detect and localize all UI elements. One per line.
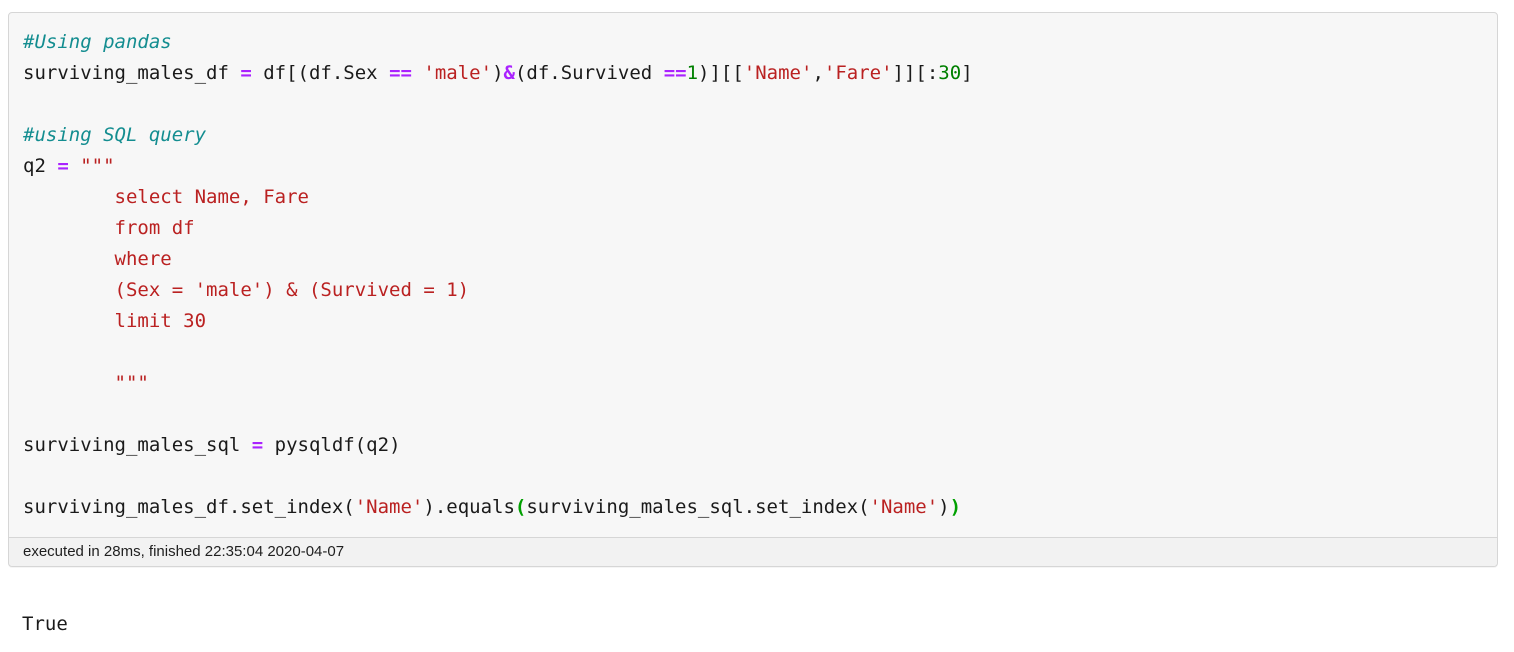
- code-line: q2 = """: [23, 155, 115, 177]
- code-token-match: (: [514, 496, 527, 518]
- code-token-op: =: [251, 434, 264, 456]
- code-token-plain: surviving_males_sql.set_index(: [526, 496, 870, 518]
- code-token-str: 'Name': [869, 496, 939, 518]
- code-token-plain: ): [938, 496, 950, 518]
- code-token-plain: surviving_males_sql: [23, 434, 252, 456]
- code-line: surviving_males_df = df[(df.Sex == 'male…: [23, 62, 973, 84]
- code-token-op: ==: [389, 62, 412, 84]
- code-token-plain: surviving_males_df: [23, 62, 241, 84]
- code-token-plain: (df.Survived: [514, 62, 664, 84]
- code-token-str: (Sex = 'male') & (Survived = 1): [23, 279, 470, 301]
- code-token-op: =: [57, 155, 69, 177]
- code-line: surviving_males_sql = pysqldf(q2): [23, 434, 401, 456]
- cell-execution-status: executed in 28ms, finished 22:35:04 2020…: [9, 537, 1497, 566]
- code-token-str: 'Fare': [823, 62, 893, 84]
- code-token-comment: #using SQL query: [23, 124, 207, 146]
- code-line: """: [23, 372, 149, 394]
- code-token-str: 'Name': [354, 496, 424, 518]
- code-token-str: where: [23, 248, 172, 270]
- code-token-plain: ).equals: [423, 496, 515, 518]
- code-token-str: from df: [23, 217, 195, 239]
- code-token-op: ==: [663, 62, 687, 84]
- code-token-plain: ,: [812, 62, 824, 84]
- code-line: from df: [23, 217, 195, 239]
- code-source[interactable]: #Using pandas surviving_males_df = df[(d…: [23, 27, 1497, 523]
- code-token-plain: ]][:: [892, 62, 939, 84]
- code-token-plain: pysqldf(q2): [263, 434, 401, 456]
- code-line: surviving_males_df.set_index('Name').equ…: [23, 496, 961, 518]
- code-token-plain: ]: [961, 62, 973, 84]
- code-token-str: 'male': [423, 62, 493, 84]
- code-token-comment: #Using pandas: [23, 31, 172, 53]
- code-token-match: ): [949, 496, 962, 518]
- code-token-plain: df[(df.Sex: [251, 62, 390, 84]
- code-line: #Using pandas: [23, 31, 172, 53]
- code-line: where: [23, 248, 172, 270]
- code-token-str: 'Name': [743, 62, 813, 84]
- code-token-plain: ): [492, 62, 504, 84]
- code-token-num: 1: [686, 62, 699, 84]
- cell-output-text: True: [22, 612, 68, 636]
- code-cell[interactable]: #Using pandas surviving_males_df = df[(d…: [8, 12, 1498, 567]
- code-token-str: limit 30: [23, 310, 207, 332]
- code-line: #using SQL query: [23, 124, 206, 146]
- code-token-op: &: [503, 62, 515, 84]
- code-token-plain: q2: [23, 155, 58, 177]
- code-token-op: =: [240, 62, 252, 84]
- code-editor-area[interactable]: #Using pandas surviving_males_df = df[(d…: [9, 13, 1497, 537]
- code-line: select Name, Fare: [23, 186, 309, 208]
- code-line: (Sex = 'male') & (Survived = 1): [23, 279, 470, 301]
- code-token-str: """: [23, 372, 149, 394]
- code-token-plain: )][[: [698, 62, 744, 84]
- code-token-plain: surviving_males_df.set_index(: [23, 496, 355, 518]
- code-token-num: 30: [938, 62, 962, 84]
- code-line: limit 30: [23, 310, 207, 332]
- code-token-str: """: [80, 155, 115, 177]
- code-token-str: select Name, Fare: [23, 186, 309, 208]
